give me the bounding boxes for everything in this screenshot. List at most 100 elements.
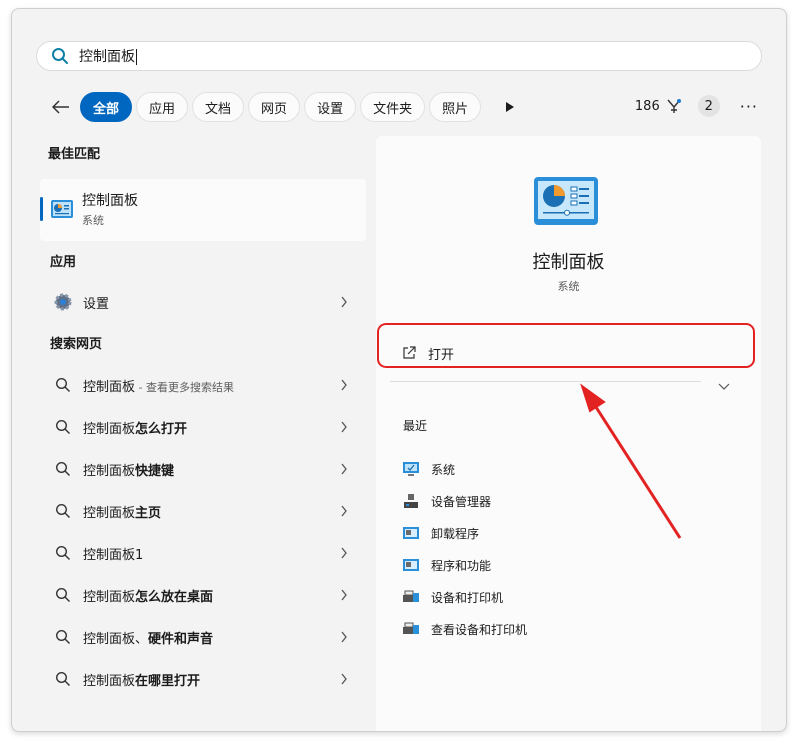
web-result-item[interactable]: 控制面板、硬件和声音 bbox=[40, 617, 366, 657]
play-icon bbox=[506, 102, 515, 112]
recent-item-programs-features[interactable]: 程序和功能 bbox=[402, 553, 491, 577]
recent-label: 程序和功能 bbox=[431, 558, 492, 573]
programs-icon bbox=[402, 557, 420, 573]
settings-gear-icon bbox=[52, 292, 74, 312]
web-result-bold: 硬件和声音 bbox=[148, 631, 214, 647]
printer-icon bbox=[402, 589, 420, 605]
more-filters-button[interactable] bbox=[495, 92, 525, 122]
web-result-text: 控制面板、 bbox=[83, 631, 149, 647]
search-icon bbox=[52, 419, 74, 435]
filter-chip-web[interactable]: 网页 bbox=[248, 92, 301, 122]
web-result-bold: 主页 bbox=[135, 505, 162, 521]
chevron-right-icon bbox=[336, 296, 352, 308]
recent-item-device-manager[interactable]: 设备管理器 bbox=[402, 489, 491, 513]
chevron-down-icon bbox=[718, 383, 730, 390]
web-result-bold: 快捷键 bbox=[135, 463, 175, 479]
search-box[interactable]: 控制面板 bbox=[36, 41, 762, 71]
search-icon bbox=[52, 48, 68, 64]
recent-label: 设备和打印机 bbox=[431, 590, 504, 605]
filter-chip-folders[interactable]: 文件夹 bbox=[360, 92, 426, 122]
search-icon bbox=[52, 503, 74, 519]
recent-label: 卸载程序 bbox=[431, 526, 480, 541]
chevron-right-icon bbox=[336, 673, 352, 685]
recent-heading: 最近 bbox=[403, 419, 428, 433]
web-result-text: 控制面板 bbox=[83, 463, 136, 479]
annotation-highlight-box bbox=[377, 323, 755, 368]
web-result-text: 控制面板 bbox=[83, 379, 136, 395]
web-result-item[interactable]: 控制面板快捷键 bbox=[40, 449, 366, 489]
detail-panel: 控制面板 系统 打开 最近 系统 设备管理器 卸载程序 程序和功能 设备和打印机… bbox=[376, 136, 761, 731]
search-input[interactable]: 控制面板 bbox=[79, 46, 137, 66]
control-panel-icon bbox=[51, 200, 73, 218]
chevron-right-icon bbox=[336, 379, 352, 391]
chevron-right-icon bbox=[336, 505, 352, 517]
search-icon bbox=[52, 587, 74, 603]
web-result-item[interactable]: 控制面板怎么放在桌面 bbox=[40, 575, 366, 615]
chevron-right-icon bbox=[336, 463, 352, 475]
web-result-bold: 怎么打开 bbox=[135, 421, 188, 437]
recent-item-system[interactable]: 系统 bbox=[402, 457, 455, 481]
apps-heading: 应用 bbox=[50, 255, 77, 270]
recent-label: 系统 bbox=[431, 462, 456, 477]
web-result-text: 控制面板 bbox=[83, 505, 136, 521]
control-panel-large-icon bbox=[534, 177, 598, 225]
filter-chip-documents[interactable]: 文档 bbox=[192, 92, 245, 122]
detail-title: 控制面板 bbox=[532, 252, 605, 273]
web-result-item[interactable]: 控制面板1 bbox=[40, 533, 366, 573]
text-caret bbox=[136, 49, 137, 65]
filter-chip-apps[interactable]: 应用 bbox=[136, 92, 189, 122]
best-match-heading: 最佳匹配 bbox=[48, 147, 101, 162]
filter-chip-all[interactable]: 全部 bbox=[80, 92, 133, 122]
search-window: 控制面板 全部 应用 文档 网页 设置 文件夹 照片 186 2 ··· 最佳匹… bbox=[11, 8, 787, 732]
web-result-item[interactable]: 控制面板主页 bbox=[40, 491, 366, 531]
rewards-points: 186 bbox=[634, 98, 660, 114]
search-icon bbox=[52, 545, 74, 561]
web-result-text: 控制面板 bbox=[83, 673, 136, 689]
web-result-text: 控制面板 bbox=[83, 421, 136, 437]
web-result-text: 控制面板 bbox=[83, 589, 136, 605]
detail-subtitle: 系统 bbox=[557, 280, 580, 293]
chevron-right-icon bbox=[336, 589, 352, 601]
web-result-text: 控制面板1 bbox=[83, 547, 144, 563]
search-icon bbox=[52, 629, 74, 645]
back-arrow-icon bbox=[52, 100, 69, 114]
web-result-bold: 怎么放在桌面 bbox=[135, 589, 214, 605]
web-result-item[interactable]: 控制面板 - 查看更多搜索结果 bbox=[40, 365, 366, 405]
printer-icon bbox=[402, 621, 420, 637]
rewards-icon[interactable] bbox=[666, 98, 682, 114]
chevron-right-icon bbox=[336, 547, 352, 559]
chevron-right-icon bbox=[336, 631, 352, 643]
notification-count-badge[interactable]: 2 bbox=[697, 95, 720, 117]
device-manager-icon bbox=[402, 493, 420, 509]
app-item-settings[interactable]: 设置 bbox=[40, 282, 366, 322]
selection-indicator bbox=[40, 197, 43, 221]
search-icon bbox=[52, 671, 74, 687]
app-item-label: 设置 bbox=[83, 296, 110, 312]
web-search-heading: 搜索网页 bbox=[50, 337, 103, 352]
more-options-button[interactable]: ··· bbox=[740, 97, 758, 116]
filter-bar: 全部 应用 文档 网页 设置 文件夹 照片 bbox=[46, 91, 525, 123]
chevron-right-icon bbox=[336, 421, 352, 433]
search-icon bbox=[52, 377, 74, 393]
search-icon bbox=[52, 461, 74, 477]
best-match-subtitle: 系统 bbox=[82, 214, 104, 227]
recent-label: 设备管理器 bbox=[431, 494, 492, 509]
toolbar-right: 186 2 ··· bbox=[635, 91, 758, 121]
web-result-item[interactable]: 控制面板怎么打开 bbox=[40, 407, 366, 447]
best-match-title: 控制面板 bbox=[82, 193, 138, 209]
best-match-item[interactable]: 控制面板 系统 bbox=[40, 179, 366, 241]
recent-label: 查看设备和打印机 bbox=[431, 622, 528, 637]
web-result-bold: 在哪里打开 bbox=[135, 673, 201, 689]
expand-actions-button[interactable] bbox=[718, 376, 730, 395]
recent-item-view-devices-printers[interactable]: 查看设备和打印机 bbox=[402, 617, 527, 641]
web-result-hint: - 查看更多搜索结果 bbox=[135, 380, 234, 394]
recent-item-uninstall[interactable]: 卸载程序 bbox=[402, 521, 479, 545]
back-button[interactable] bbox=[46, 92, 76, 122]
filter-chip-settings[interactable]: 设置 bbox=[304, 92, 357, 122]
programs-icon bbox=[402, 525, 420, 541]
filter-chip-photos[interactable]: 照片 bbox=[429, 92, 482, 122]
recent-item-devices-printers[interactable]: 设备和打印机 bbox=[402, 585, 503, 609]
web-result-item[interactable]: 控制面板在哪里打开 bbox=[40, 659, 366, 699]
system-monitor-icon bbox=[402, 461, 420, 477]
actions-divider bbox=[390, 381, 701, 382]
